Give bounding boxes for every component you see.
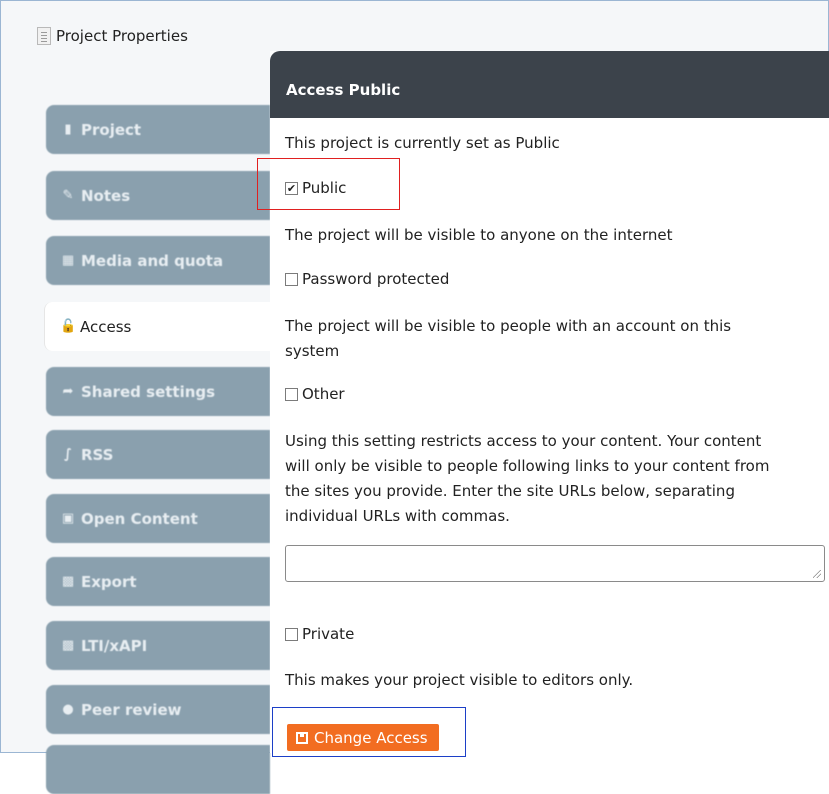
other-checkbox[interactable] (285, 387, 298, 401)
tab-label: Open Content (81, 509, 198, 528)
rss-icon: ∫ (64, 447, 72, 462)
tab-label: LTI/xAPI (81, 636, 148, 655)
password-checkbox[interactable] (285, 272, 298, 286)
panel-header: Access Public (270, 51, 829, 118)
other-option[interactable]: Other (285, 385, 345, 403)
password-option[interactable]: Password protected (285, 270, 449, 288)
tab-label: RSS (81, 445, 114, 464)
tab-access[interactable]: 🔓 Access (44, 302, 270, 351)
other-description-line3: the sites you provide. Enter the site UR… (285, 482, 735, 500)
save-icon: ▩ (61, 574, 75, 589)
document-icon (37, 27, 51, 45)
highlight-box-button (272, 707, 466, 757)
tab-export[interactable]: ▩ Export (46, 557, 270, 606)
tab-project[interactable]: ▮ Project (46, 105, 270, 154)
other-description-line4: individual URLs with commas. (285, 507, 510, 525)
tab-open-content[interactable]: ▣ Open Content (46, 494, 270, 543)
tab-label: Access (80, 317, 132, 336)
private-label: Private (302, 625, 355, 643)
other-description-line2: will only be visible to people following… (285, 457, 770, 475)
tab-rss[interactable]: ∫ RSS (46, 430, 270, 479)
password-description-line1: The project will be visible to people wi… (285, 317, 732, 335)
password-description-line2: system (285, 342, 340, 360)
resize-grip-icon[interactable] (813, 570, 821, 578)
private-description: This makes your project visible to edito… (285, 671, 634, 689)
highlight-box-public (257, 158, 400, 210)
window-title: Project Properties (37, 27, 188, 45)
window-title-text: Project Properties (56, 27, 188, 45)
tab-label: Export (81, 572, 137, 591)
other-label: Other (302, 385, 345, 403)
tab-shared-settings[interactable]: ➦ Shared settings (46, 367, 270, 416)
tab-partial[interactable] (46, 745, 270, 794)
password-label: Password protected (302, 270, 450, 288)
tab-label: Project (81, 120, 142, 139)
tab-notes[interactable]: ✎ Notes (46, 171, 270, 220)
private-checkbox[interactable] (285, 627, 298, 641)
public-description: The project will be visible to anyone on… (285, 226, 673, 244)
save-icon: ▩ (61, 638, 75, 653)
tab-label: Media and quota (81, 251, 224, 270)
unlock-icon: 🔓 (60, 319, 77, 334)
tab-media-and-quota[interactable]: ▦ Media and quota (46, 236, 270, 285)
tab-label: Peer review (81, 700, 182, 719)
access-panel: Access Public This project is currently … (270, 51, 829, 753)
other-description-line1: Using this setting restricts access to y… (285, 432, 762, 450)
tab-label: Shared settings (81, 382, 216, 401)
share-icon: ➦ (62, 384, 74, 399)
access-status: This project is currently set as Public (285, 134, 560, 152)
private-option[interactable]: Private (285, 625, 354, 643)
edit-icon: ✎ (62, 188, 74, 203)
image-icon: ▣ (61, 511, 75, 526)
site-urls-textarea[interactable] (285, 545, 825, 582)
tab-label: Notes (81, 186, 131, 205)
tab-peer-review[interactable]: ● Peer review (46, 685, 270, 734)
comment-icon: ● (62, 702, 74, 717)
film-icon: ▦ (61, 253, 75, 268)
tab-lti-xapi[interactable]: ▩ LTI/xAPI (46, 621, 270, 670)
file-icon: ▮ (64, 122, 72, 137)
